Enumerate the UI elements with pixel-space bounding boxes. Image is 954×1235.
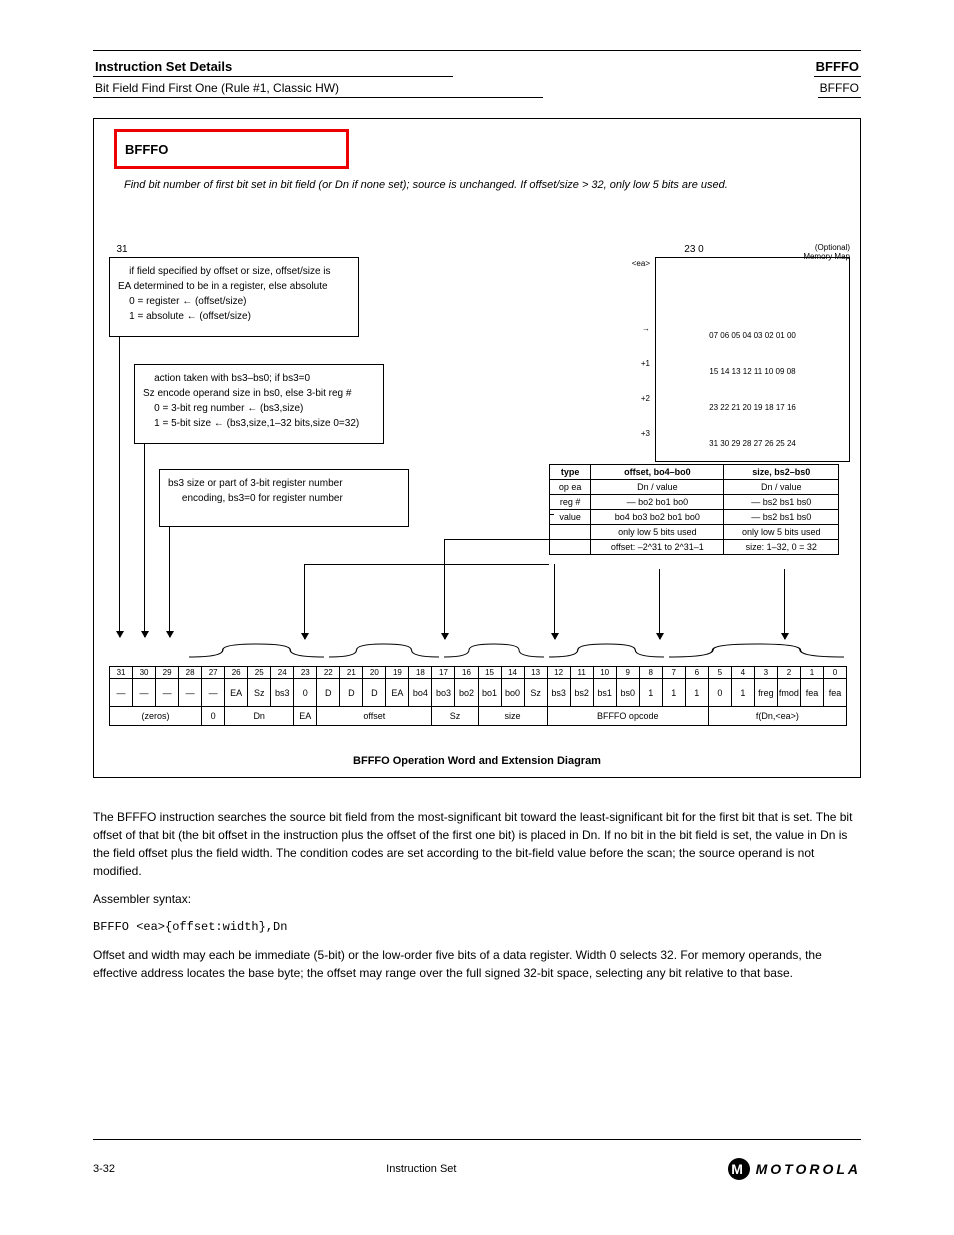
header-title-left: Instruction Set Details: [93, 59, 453, 77]
box2-line1: action taken with bs3–bs0; if bs3=0: [143, 371, 375, 386]
ff-th-0: type: [550, 465, 591, 480]
field-function-table: type offset, bo4–bo0 size, bs2–bs0 op ea…: [549, 464, 839, 555]
ff-th-1: offset, bo4–bo0: [591, 465, 724, 480]
opword-labels: (zeros) 0 Dn EA offset Sz size BFFFO opc…: [110, 707, 847, 726]
brace-5: [669, 642, 844, 660]
memmap-addr-3: +3: [590, 429, 650, 438]
prose-p1: The BFFFO instruction searches the sourc…: [93, 808, 861, 880]
memmap-addr-1: +1: [590, 359, 650, 368]
page-footer: 3-32 Instruction Set M MOTOROLA: [93, 1158, 861, 1180]
header-row-2: Bit Field Find First One (Rule #1, Class…: [93, 81, 861, 98]
memmap-row: 07 06 05 04 03 02 01 00: [656, 318, 849, 354]
brace-4: [549, 642, 664, 660]
arrow-ea-to-opword: [119, 337, 120, 637]
arrow-sz-to-opword: [144, 444, 145, 637]
brace-2: [329, 642, 439, 660]
memmap-row: 31 30 29 28 27 26 25 24: [656, 425, 849, 461]
field-box-bs3: bs3 size or part of 3-bit register numbe…: [159, 469, 409, 527]
prose-code: BFFFO <ea>{offset:width},Dn: [93, 918, 861, 936]
footer-rule: [93, 1139, 861, 1140]
motorola-batwing-icon: M: [728, 1158, 750, 1180]
brand-logo: M MOTOROLA: [728, 1158, 861, 1180]
box2-line2: Sz encode operand size in bs0, else 3-bi…: [143, 386, 375, 401]
prose-p3: Offset and width may each be immediate (…: [93, 946, 861, 982]
box1-line3: 0 = register ← (offset/size): [118, 294, 350, 309]
box1-line1: if field specified by offset or size, of…: [118, 264, 350, 279]
diagram-caption: BFFFO Operation Word and Extension Diagr…: [94, 755, 860, 767]
brand-text: MOTOROLA: [756, 1161, 861, 1177]
opword-bitnums: 31302928 27262524 23222120 19181716 1514…: [110, 667, 847, 679]
box3-line2: encoding, bs3=0 for register number: [168, 491, 400, 506]
memmap-addr-0: <ea>: [590, 259, 650, 268]
prose-p2: Assembler syntax:: [93, 890, 861, 908]
opword-table: 31302928 27262524 23222120 19181716 1514…: [109, 666, 847, 726]
memmap-row: 15 14 13 12 11 10 09 08: [656, 354, 849, 390]
header-row-1: Instruction Set Details BFFFO: [93, 59, 861, 77]
box3-line1: bs3 size or part of 3-bit register numbe…: [168, 476, 400, 491]
field-box-ea: if field specified by offset or size, of…: [109, 257, 359, 337]
footer-page-number: 3-32: [93, 1163, 115, 1175]
top-rule: [93, 50, 861, 51]
ff-th-2: size, bs2–bs0: [724, 465, 839, 480]
opword-bitvals: ———— —EASzbs3 0DDD EAbo4bo3bo2 bo1bo0Szb…: [110, 679, 847, 707]
arrow-bs3-to-opword: [169, 527, 170, 637]
brace-3: [444, 642, 544, 660]
memmap-addr-2: +2: [590, 394, 650, 403]
box1-line2: EA determined to be in a register, else …: [118, 279, 350, 294]
field-box-sz: action taken with bs3–bs0; if bs3=0 Sz e…: [134, 364, 384, 444]
bit-label-31: 31: [112, 244, 132, 255]
header-subtitle-left: Bit Field Find First One (Rule #1, Class…: [93, 81, 543, 98]
box1-line4: 1 = absolute ← (offset/size): [118, 309, 350, 324]
memmap-addr-arrow: →: [590, 324, 650, 333]
brace-1: [189, 642, 324, 660]
instruction-desc: Find bit number of first bit set in bit …: [124, 179, 830, 191]
diagram-frame: BFFFO Find bit number of first bit set i…: [93, 118, 861, 778]
prose-section: The BFFFO instruction searches the sourc…: [93, 808, 861, 982]
header-title-right: BFFFO: [814, 59, 861, 77]
box2-line3: 0 = 3-bit reg number ← (bs3,size): [143, 401, 375, 416]
footer-center: Instruction Set: [115, 1163, 728, 1175]
header-subtitle-right: BFFFO: [818, 81, 861, 98]
memory-map: 07 06 05 04 03 02 01 00 15 14 13 12 11 1…: [655, 257, 850, 462]
instruction-name: BFFFO: [125, 142, 168, 157]
box2-line4: 1 = 5-bit size ← (bs3,size,1–32 bits,siz…: [143, 416, 375, 431]
memmap-row: 23 22 21 20 19 18 17 16: [656, 390, 849, 426]
instruction-name-box: BFFFO: [114, 129, 349, 169]
